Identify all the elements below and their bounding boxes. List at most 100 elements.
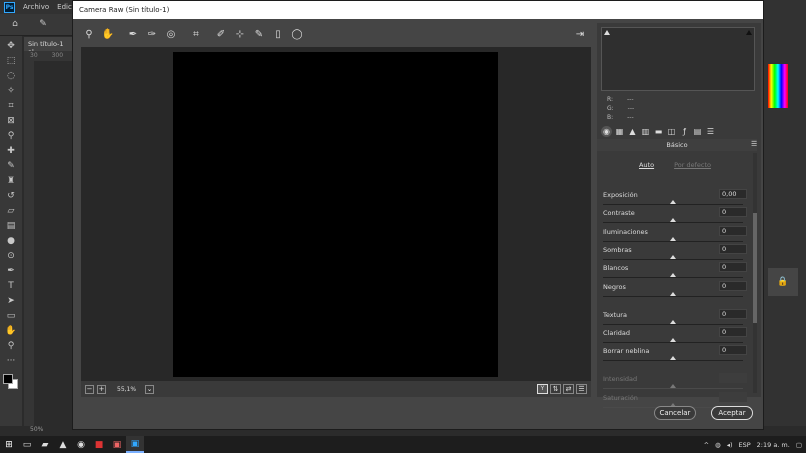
home-icon[interactable]: ⌂ — [8, 18, 22, 30]
toggle-settings-icon[interactable]: ☰ — [576, 384, 587, 394]
slider-thumb[interactable] — [670, 338, 676, 342]
slider-track[interactable] — [603, 296, 743, 297]
windows-start-icon[interactable]: ⊞ — [0, 436, 18, 453]
crop-icon[interactable]: ⌗ — [188, 26, 204, 42]
scrollbar-thumb[interactable] — [753, 213, 757, 323]
rectangle-icon[interactable]: ▭ — [4, 310, 18, 322]
slider-track[interactable] — [603, 222, 743, 223]
slider-value-input[interactable]: 0 — [719, 345, 747, 355]
brush-preset-icon[interactable]: ✎ — [36, 18, 50, 30]
history-brush-icon[interactable]: ↺ — [4, 190, 18, 202]
slider-track[interactable] — [603, 277, 743, 278]
before-after-button[interactable]: Y — [537, 384, 548, 394]
slider-value-input[interactable]: 0 — [719, 226, 747, 236]
language-indicator[interactable]: ESP — [739, 441, 751, 449]
accept-button[interactable]: Aceptar — [711, 406, 753, 420]
move-icon[interactable]: ✥ — [4, 40, 18, 52]
notifications-icon[interactable]: ▢ — [796, 441, 802, 449]
hand-icon[interactable]: ✋ — [4, 325, 18, 337]
split-toning-icon[interactable]: ▬ — [653, 126, 664, 137]
slider-thumb[interactable] — [670, 292, 676, 296]
swap-settings-icon[interactable]: ⇅ — [550, 384, 561, 394]
slider-value-input[interactable]: 0 — [719, 327, 747, 337]
slider-thumb[interactable] — [670, 255, 676, 259]
type-icon[interactable]: T — [4, 280, 18, 292]
white-balance-icon[interactable]: ✒ — [125, 26, 141, 42]
slider-track[interactable] — [603, 204, 743, 205]
chrome-icon[interactable]: ◉ — [72, 436, 90, 453]
zoom-level[interactable]: 55,1% — [117, 386, 136, 393]
panel-menu-icon[interactable]: ☰ — [751, 140, 757, 148]
slider-track[interactable] — [603, 324, 743, 325]
eyedropper-icon[interactable]: ⚲ — [4, 130, 18, 142]
spot-removal-icon[interactable]: ✐ — [213, 26, 229, 42]
auto-link[interactable]: Auto — [639, 161, 654, 169]
presets-icon[interactable]: ☰ — [705, 126, 716, 137]
zoom-dropdown-icon[interactable]: ⌄ — [145, 384, 155, 394]
zoom-icon[interactable]: ⚲ — [81, 26, 97, 42]
more-icon[interactable]: ··· — [4, 355, 18, 367]
menu-archivo[interactable]: Archivo — [23, 3, 49, 11]
slider-value-input[interactable]: 0 — [719, 207, 747, 217]
slider-thumb[interactable] — [670, 384, 676, 388]
panel-scrollbar[interactable] — [753, 153, 757, 393]
blur-icon[interactable]: ● — [4, 235, 18, 247]
basic-icon[interactable]: ◉ — [601, 125, 612, 137]
slider-value-input[interactable]: 0 — [719, 262, 747, 272]
slider-value-input[interactable] — [719, 373, 747, 383]
open-in-photoshop-icon[interactable]: ⇥ — [573, 27, 587, 41]
gradient-icon[interactable]: ▤ — [4, 220, 18, 232]
slider-track[interactable] — [603, 342, 743, 343]
volume-icon[interactable]: ◂) — [727, 441, 733, 449]
image-preview[interactable] — [81, 47, 591, 381]
lens-icon[interactable]: ◫ — [666, 126, 677, 137]
adjustment-brush-icon[interactable]: ✎ — [251, 26, 267, 42]
color-swatches[interactable] — [3, 374, 19, 390]
slider-thumb[interactable] — [670, 237, 676, 241]
slider-thumb[interactable] — [670, 200, 676, 204]
stamp-icon[interactable]: ♜ — [4, 175, 18, 187]
hand-icon[interactable]: ✋ — [100, 26, 116, 42]
copy-settings-icon[interactable]: ⇄ — [563, 384, 574, 394]
healing-icon[interactable]: ✚ — [4, 145, 18, 157]
clock[interactable]: 2:19 a. m. — [757, 441, 790, 449]
slider-track[interactable] — [603, 259, 743, 260]
highlight-clipping-icon[interactable] — [746, 30, 752, 35]
frame-icon[interactable]: ⊠ — [4, 115, 18, 127]
quick-select-icon[interactable]: ✧ — [4, 85, 18, 97]
show-hidden-icon[interactable]: ^ — [704, 441, 709, 449]
color-picker-spectrum[interactable] — [768, 64, 788, 108]
brush-icon[interactable]: ✎ — [4, 160, 18, 172]
calibration-icon[interactable]: ▤ — [692, 126, 703, 137]
tone-curve-icon[interactable]: ▦ — [614, 126, 625, 137]
slider-value-input[interactable]: 0 — [719, 244, 747, 254]
network-icon[interactable]: ◍ — [715, 441, 721, 449]
detail-icon[interactable]: ▲ — [627, 126, 638, 137]
red-eye-icon[interactable]: ⊹ — [232, 26, 248, 42]
file-explorer-icon[interactable]: ▰ — [36, 436, 54, 453]
radial-filter-icon[interactable]: ◯ — [289, 26, 305, 42]
crop-icon[interactable]: ⌗ — [4, 100, 18, 112]
eraser-icon[interactable]: ▱ — [4, 205, 18, 217]
targeted-adjust-icon[interactable]: ◎ — [163, 26, 179, 42]
slider-thumb[interactable] — [670, 320, 676, 324]
search-icon[interactable]: ▭ — [18, 436, 36, 453]
photoshop-taskbar-icon[interactable]: ▣ — [126, 436, 144, 453]
slider-thumb[interactable] — [670, 356, 676, 360]
cancel-button[interactable]: Cancelar — [654, 406, 696, 420]
slider-value-input[interactable] — [719, 392, 747, 402]
effects-icon[interactable]: ƒ — [679, 126, 690, 137]
shadow-clipping-icon[interactable] — [604, 30, 610, 35]
hsl-icon[interactable]: ▥ — [640, 126, 651, 137]
vlc-icon[interactable]: ▲ — [54, 436, 72, 453]
color-sampler-icon[interactable]: ✑ — [144, 26, 160, 42]
lasso-icon[interactable]: ◌ — [4, 70, 18, 82]
slider-thumb[interactable] — [670, 218, 676, 222]
default-link[interactable]: Por defecto — [674, 161, 711, 169]
slider-track[interactable] — [603, 360, 743, 361]
slider-value-input[interactable]: 0 — [719, 309, 747, 319]
slider-track[interactable] — [603, 241, 743, 242]
path-select-icon[interactable]: ➤ — [4, 295, 18, 307]
lock-icon[interactable]: 🔒 — [768, 268, 798, 296]
slider-value-input[interactable]: 0 — [719, 281, 747, 291]
